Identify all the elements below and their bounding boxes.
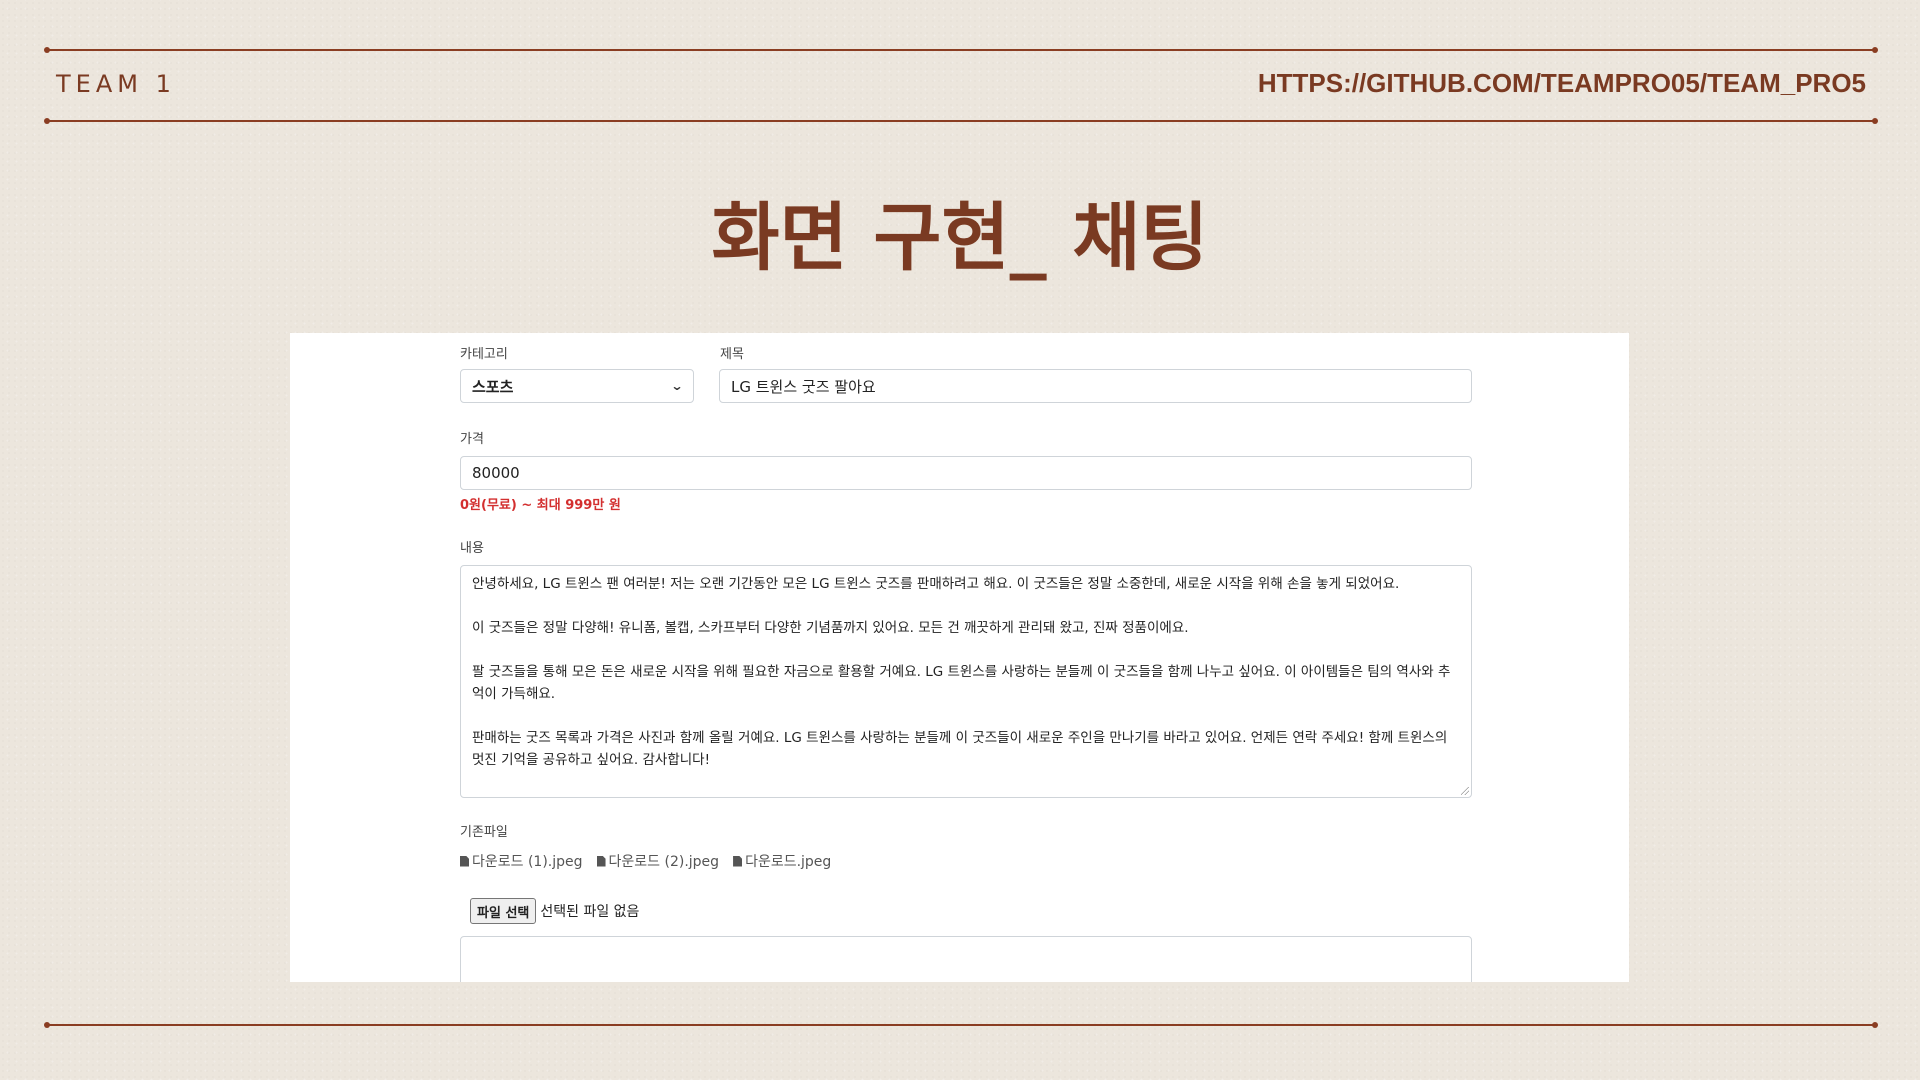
file-picker: 파일 선택 선택된 파일 없음 (470, 898, 639, 924)
top-rule (44, 47, 1878, 53)
price-input[interactable]: 80000 (460, 456, 1472, 490)
file-drop-area[interactable] (460, 936, 1472, 982)
existing-files-label: 기존파일 (460, 825, 508, 840)
bottom-rule (44, 1022, 1878, 1028)
title-input[interactable]: LG 트윈스 굿즈 팔아요 (719, 369, 1472, 403)
category-label: 카테고리 (460, 347, 508, 362)
title-value: LG 트윈스 굿즈 팔아요 (731, 377, 876, 396)
repo-link[interactable]: HTTPS://GITHUB.COM/TEAMPRO05/TEAM_PRO5 (1258, 68, 1866, 99)
existing-file-list: 다운로드 (1).jpeg 다운로드 (2).jpeg 다운로드.jpeg (460, 851, 831, 871)
category-select[interactable]: 스포츠 ⌄ (460, 369, 694, 403)
title-label: 제목 (720, 347, 744, 362)
file-status: 선택된 파일 없음 (540, 904, 640, 920)
header-bottom-rule (44, 118, 1878, 124)
existing-file-link[interactable]: 다운로드 (1).jpeg (460, 851, 583, 871)
file-icon (733, 855, 743, 867)
existing-file-link[interactable]: 다운로드 (2).jpeg (596, 851, 720, 871)
price-value: 80000 (472, 464, 520, 482)
content-paragraph: 안녕하세요, LG 트윈스 팬 여러분! 저는 오랜 기간동안 모은 LG 트윈… (472, 576, 1400, 592)
price-hint: 0원(무료) ~ 최대 999만 원 (460, 498, 621, 513)
resize-handle[interactable] (1461, 787, 1469, 795)
slide-title: 화면 구현_ 채팅 (711, 195, 1209, 281)
content-label: 내용 (460, 541, 484, 556)
content-paragraph: 판매하는 굿즈 목록과 가격은 사진과 함께 올릴 거예요. LG 트윈스를 사… (472, 730, 1448, 768)
file-name: 다운로드 (2).jpeg (608, 854, 720, 870)
content-paragraph: 팔 굿즈들을 통해 모은 돈은 새로운 시작을 위해 필요한 자금으로 활용할 … (472, 664, 1451, 702)
file-name: 다운로드 (1).jpeg (472, 854, 583, 870)
file-name: 다운로드.jpeg (745, 854, 832, 870)
price-label: 가격 (460, 432, 484, 447)
chevron-down-icon: ⌄ (670, 379, 684, 393)
file-icon (460, 855, 469, 867)
existing-file-link[interactable]: 다운로드.jpeg (733, 851, 831, 871)
choose-file-button[interactable]: 파일 선택 (470, 898, 537, 924)
category-value: 스포츠 (472, 377, 514, 396)
content-textarea[interactable]: 안녕하세요, LG 트윈스 팬 여러분! 저는 오랜 기간동안 모은 LG 트윈… (460, 565, 1472, 798)
file-icon (596, 855, 606, 867)
team-label: TEAM 1 (56, 70, 176, 98)
app-screenshot: 카테고리 스포츠 ⌄ 제목 LG 트윈스 굿즈 팔아요 가격 80000 0원(… (290, 333, 1629, 982)
content-paragraph: 이 굿즈들은 정말 다양해! 유니폼, 볼캡, 스카프부터 다양한 기념품까지 … (472, 620, 1189, 636)
